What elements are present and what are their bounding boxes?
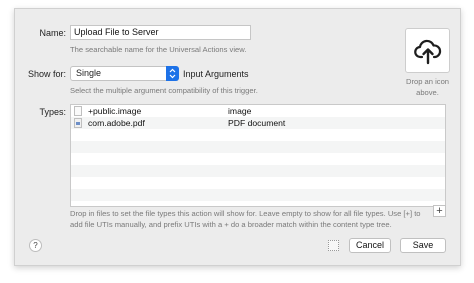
cancel-button[interactable]: Cancel (349, 238, 391, 253)
file-icon (74, 106, 82, 116)
save-button[interactable]: Save (400, 238, 446, 253)
description-cell: PDF document (228, 118, 286, 128)
help-button[interactable]: ? (29, 239, 42, 252)
icon-drop-well[interactable] (405, 28, 450, 73)
name-help-text: The searchable name for the Universal Ac… (70, 45, 247, 54)
drop-target-icon[interactable] (328, 240, 339, 251)
show-for-help-text: Select the multiple argument compatibili… (70, 86, 258, 95)
types-table[interactable]: +public.image image com.adobe.pdf PDF do… (70, 104, 446, 207)
table-row-empty (71, 129, 445, 141)
table-row[interactable]: com.adobe.pdf PDF document (71, 117, 445, 129)
cloud-upload-icon (414, 39, 442, 65)
show-for-label: Show for: (27, 69, 66, 79)
icon-drop-caption: Drop an icon above. (405, 77, 450, 97)
input-arguments-label: Input Arguments (183, 69, 249, 79)
types-help-text: Drop in files to set the file types this… (70, 209, 421, 229)
uti-cell: com.adobe.pdf (88, 118, 145, 128)
table-row-empty (71, 165, 445, 177)
table-row-empty (71, 177, 445, 189)
types-label: Types: (39, 107, 66, 117)
dialog-sheet: Name: Upload File to Server The searchab… (14, 8, 461, 266)
table-row-empty (71, 201, 445, 206)
table-row-empty (71, 189, 445, 201)
uti-cell: +public.image (88, 106, 142, 116)
table-row[interactable]: +public.image image (71, 105, 445, 117)
add-type-button[interactable]: + (433, 205, 446, 217)
pdf-file-icon (74, 118, 82, 128)
name-label: Name: (39, 28, 66, 38)
select-stepper-icon (166, 66, 179, 81)
name-field[interactable]: Upload File to Server (70, 25, 251, 40)
description-cell: image (228, 106, 252, 116)
show-for-select-value: Single (76, 68, 102, 78)
table-row-empty (71, 153, 445, 165)
table-row-empty (71, 141, 445, 153)
show-for-select[interactable]: Single (70, 66, 179, 81)
